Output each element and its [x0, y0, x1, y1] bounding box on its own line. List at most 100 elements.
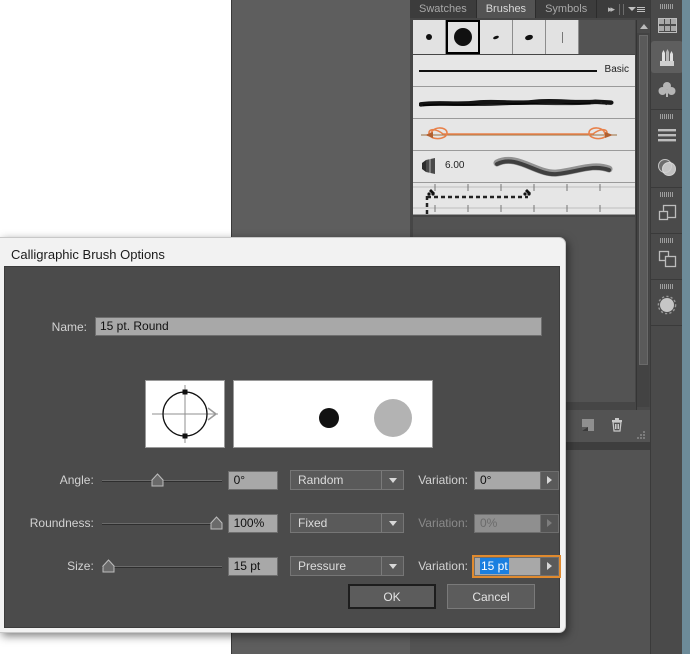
brush-thumb-3[interactable]: [513, 20, 546, 54]
angle-row: Angle: 0° Random Variation: 0°: [5, 469, 559, 491]
tab-brushes[interactable]: Brushes: [476, 0, 537, 18]
tiny-calligraphic-brush: [492, 34, 500, 40]
small-round-brush: [426, 34, 432, 40]
right-tool-dock: [650, 0, 683, 654]
brush-thumb-0[interactable]: [413, 20, 446, 54]
bristle-stroke-preview: [493, 156, 613, 177]
dock-group-5: [651, 280, 682, 326]
brush-panel-scrollbar[interactable]: [636, 20, 650, 420]
size-slider-track: [101, 566, 222, 568]
brush-row-charcoal[interactable]: [413, 87, 635, 119]
size-slider-thumb[interactable]: [102, 559, 115, 573]
new-brush-icon[interactable]: [581, 418, 596, 433]
brush-row-basic[interactable]: Basic: [413, 55, 635, 87]
bristle-brush-icon: [422, 158, 435, 174]
transparency-icon[interactable]: [651, 151, 683, 183]
brush-panel-footer-icons: [581, 417, 624, 433]
dock-group-1: [651, 0, 683, 110]
roundness-label: Roundness:: [29, 516, 94, 530]
thin-vertical-brush: [561, 31, 563, 43]
angle-slider-thumb[interactable]: [151, 473, 164, 487]
dock-grip-4[interactable]: [651, 234, 682, 243]
dialog-title: Calligraphic Brush Options: [11, 246, 165, 262]
basic-stroke-line-icon: [419, 70, 597, 72]
roundness-mode-value: Fixed: [298, 516, 328, 530]
panel-menu-icon[interactable]: [628, 6, 645, 12]
scrollbar-thumb[interactable]: [639, 35, 648, 365]
brush-strip-empty: [579, 20, 635, 54]
angle-variation-label: Variation:: [418, 473, 468, 487]
brush-row-pattern[interactable]: [413, 183, 635, 215]
brush-thumb-1[interactable]: [446, 20, 480, 54]
preview-dot-min: [319, 408, 339, 428]
size-variation-spinner[interactable]: 15 pt: [472, 554, 561, 578]
tab-swatches-label: Swatches: [419, 2, 467, 15]
angle-variation-stepper-icon[interactable]: [540, 470, 559, 490]
size-mode-select[interactable]: Pressure: [290, 556, 405, 576]
angle-roundness-preview[interactable]: [145, 380, 225, 448]
size-slider[interactable]: [101, 557, 222, 575]
dock-grip-1[interactable]: [651, 0, 682, 9]
angle-mode-select[interactable]: Random: [290, 470, 405, 490]
name-label: Name:: [51, 319, 87, 334]
brush-thumb-2[interactable]: [480, 20, 513, 54]
brush-row-arrow[interactable]: [413, 119, 635, 151]
brush-thumbnail-strip: [413, 20, 635, 54]
layers-icon[interactable]: [651, 243, 683, 275]
angle-mode-caret-icon[interactable]: [381, 471, 403, 489]
brush-stroke-preview: [233, 380, 433, 448]
size-mode-value: Pressure: [298, 559, 347, 573]
symbols-icon[interactable]: [651, 73, 683, 105]
dock-grip-2[interactable]: [651, 110, 682, 119]
roundness-slider-thumb[interactable]: [210, 516, 223, 530]
size-variation-input[interactable]: 15 pt: [474, 556, 540, 576]
size-variation-label: Variation:: [418, 559, 468, 573]
size-variation-stepper-icon[interactable]: [540, 556, 559, 576]
artboards-icon[interactable]: [651, 9, 683, 41]
panel-grip-2: [623, 3, 624, 15]
roundness-value-input[interactable]: 100%: [227, 513, 278, 533]
ok-button[interactable]: OK: [348, 584, 436, 609]
screen: Swatches Brushes Symbols ▸▸ Basic 6.00 C…: [0, 0, 690, 654]
dock-right-edge: [682, 0, 690, 654]
size-value-input[interactable]: 15 pt: [227, 556, 278, 576]
resize-grip-icon[interactable]: [636, 430, 646, 440]
gradient-icon[interactable]: [651, 289, 683, 321]
dock-grip-5[interactable]: [651, 280, 682, 289]
pattern-brush-icon: [413, 184, 635, 214]
scroll-up-arrow-icon[interactable]: [637, 20, 650, 33]
angle-value-input[interactable]: 0°: [227, 470, 278, 490]
panel-tab-controls: ▸▸: [603, 0, 650, 18]
tab-bar-spacer: [597, 0, 604, 18]
brush-row-bristle[interactable]: 6.00: [413, 151, 635, 183]
brush-row-basic-label: Basic: [604, 64, 629, 75]
roundness-mode-caret-icon[interactable]: [381, 514, 403, 532]
brushes-icon[interactable]: [651, 41, 683, 73]
pathfinder-icon[interactable]: [651, 197, 683, 229]
size-row: Size: 15 pt Pressure Variation: 15 pt: [5, 554, 561, 578]
tab-symbols[interactable]: Symbols: [536, 0, 598, 18]
double-chevron-right-icon[interactable]: ▸▸: [608, 4, 615, 15]
name-input[interactable]: 15 pt. Round: [95, 317, 542, 336]
angle-slider[interactable]: [101, 471, 222, 489]
cancel-button[interactable]: Cancel: [447, 584, 535, 609]
tab-brushes-label: Brushes: [485, 2, 527, 15]
dock-grip-3[interactable]: [651, 188, 682, 197]
angle-label: Angle:: [59, 473, 94, 487]
panel-grip: [619, 3, 620, 15]
delete-brush-icon[interactable]: [610, 417, 624, 433]
tab-swatches[interactable]: Swatches: [410, 0, 477, 18]
size-label: Size:: [67, 559, 94, 573]
roundness-variation-spinner: 0%: [474, 513, 559, 533]
brush-thumb-4[interactable]: [546, 20, 579, 54]
roundness-variation-label: Variation:: [418, 516, 468, 530]
angle-variation-input[interactable]: 0°: [474, 470, 540, 490]
align-icon[interactable]: [651, 119, 683, 151]
brush-list: Basic 6.00: [413, 55, 635, 217]
charcoal-stroke-icon: [419, 99, 614, 107]
roundness-mode-select[interactable]: Fixed: [290, 513, 405, 533]
dialog-body: Name: 15 pt. Round Angle: 0° Random Vari…: [4, 266, 561, 628]
roundness-slider[interactable]: [101, 514, 223, 532]
size-mode-caret-icon[interactable]: [381, 557, 403, 575]
angle-variation-spinner[interactable]: 0°: [474, 470, 559, 490]
